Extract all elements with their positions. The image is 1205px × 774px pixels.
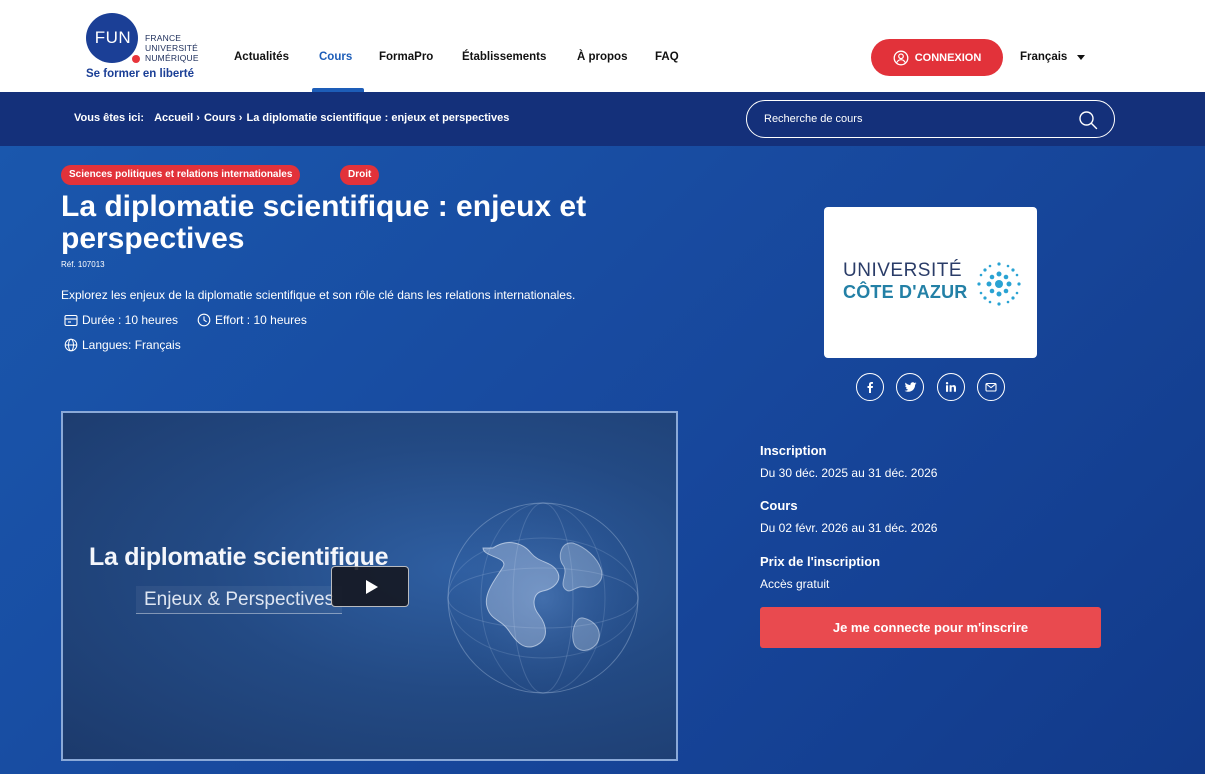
effort-label: Effort : 10 heures [215,313,307,327]
cours-label: Cours [760,498,798,513]
chevron-down-icon [1077,54,1086,60]
organization-name: UNIVERSITÉ CÔTE D'AZUR [843,261,967,303]
nav-item-formapro[interactable]: FormaPro [379,51,433,63]
course-hero: Sciences politiques et relations interna… [0,146,1205,774]
logo-word-numerique: NUMÉRIQUE [145,53,199,63]
tag-droit[interactable]: Droit [340,165,380,185]
page-title: La diplomatie scientifique : enjeux et p… [61,190,587,255]
course-video[interactable]: La diplomatie scientifique Enjeux & Pers… [61,411,678,761]
breadcrumb-cours[interactable]: Cours › [204,112,243,124]
nav-item-faq[interactable]: FAQ [655,51,679,63]
inscription-label: Inscription [760,443,827,458]
organization-line1: UNIVERSITÉ [843,260,963,281]
search-icon[interactable] [1078,110,1098,130]
clock-icon [197,313,211,327]
logo-word-universite: UNIVERSITÉ [145,43,199,53]
video-subtitle: Enjeux & Perspectives [136,586,343,614]
breadcrumb-bar: Vous êtes ici: Accueil › Cours › La dipl… [0,92,1205,146]
facebook-icon [867,382,873,393]
nav-item-cours[interactable]: Cours [319,51,352,63]
email-icon [985,382,997,392]
share-facebook[interactable] [856,373,884,401]
login-button[interactable]: CONNEXION [871,39,1003,76]
nav-item-etablissements[interactable]: Établissements [462,51,546,63]
site-header: FUN FRANCE UNIVERSITÉ NUMÉRIQUE Se forme… [0,0,1205,92]
languages-label: Langues: Français [82,338,181,352]
globe-illustration [438,493,648,703]
breadcrumb-current: La diplomatie scientifique : enjeux et p… [246,112,510,124]
language-selector[interactable]: Français [1020,51,1086,63]
logo-word-france: FRANCE [145,33,182,43]
play-button[interactable] [331,566,409,607]
language-label: Français [1020,51,1068,63]
nav-item-a-propos[interactable]: À propos [577,51,627,63]
course-languages: Langues: Français [64,338,181,352]
share-linkedin[interactable] [937,373,965,401]
course-effort: Effort : 10 heures [197,313,307,327]
logo-words: FRANCE UNIVERSITÉ NUMÉRIQUE [145,33,199,63]
organization-logo[interactable]: UNIVERSITÉ CÔTE D'AZUR [824,207,1037,358]
course-search [746,100,1115,138]
logo-tagline: Se former en liberté [86,68,195,80]
course-reference: Réf. 107013 [61,260,105,269]
breadcrumb-prefix: Vous êtes ici: [74,112,145,124]
tag-sciences-politiques[interactable]: Sciences politiques et relations interna… [61,165,301,185]
price-value: Accès gratuit [760,577,830,591]
logo-red-dot [132,55,140,63]
user-icon [893,50,909,65]
price-label: Prix de l'inscription [760,554,881,569]
university-dots-icon [977,262,1021,306]
search-input[interactable] [764,110,1064,128]
nav-item-actualites[interactable]: Actualités [234,51,289,63]
globe-icon [64,338,78,352]
twitter-icon [904,382,916,392]
fun-logo[interactable]: FUN FRANCE UNIVERSITÉ NUMÉRIQUE Se forme… [86,13,216,83]
logo-fun-text: FUN [94,28,132,47]
share-email[interactable] [977,373,1005,401]
course-description: Explorez les enjeux de la diplomatie sci… [61,288,576,302]
linkedin-icon [945,382,956,392]
breadcrumb: Vous êtes ici: Accueil › Cours › La dipl… [74,112,509,124]
duration-label: Durée : 10 heures [82,313,179,327]
enroll-button[interactable]: Je me connecte pour m'inscrire [760,607,1101,648]
share-twitter[interactable] [896,373,924,401]
inscription-dates: Du 30 déc. 2025 au 31 déc. 2026 [760,466,938,480]
calendar-icon [64,314,78,327]
course-duration: Durée : 10 heures [64,313,178,327]
organization-line2: CÔTE D'AZUR [843,282,968,302]
cours-dates: Du 02 févr. 2026 au 31 déc. 2026 [760,521,938,535]
login-label: CONNEXION [914,51,982,64]
breadcrumb-home[interactable]: Accueil › [154,112,200,124]
